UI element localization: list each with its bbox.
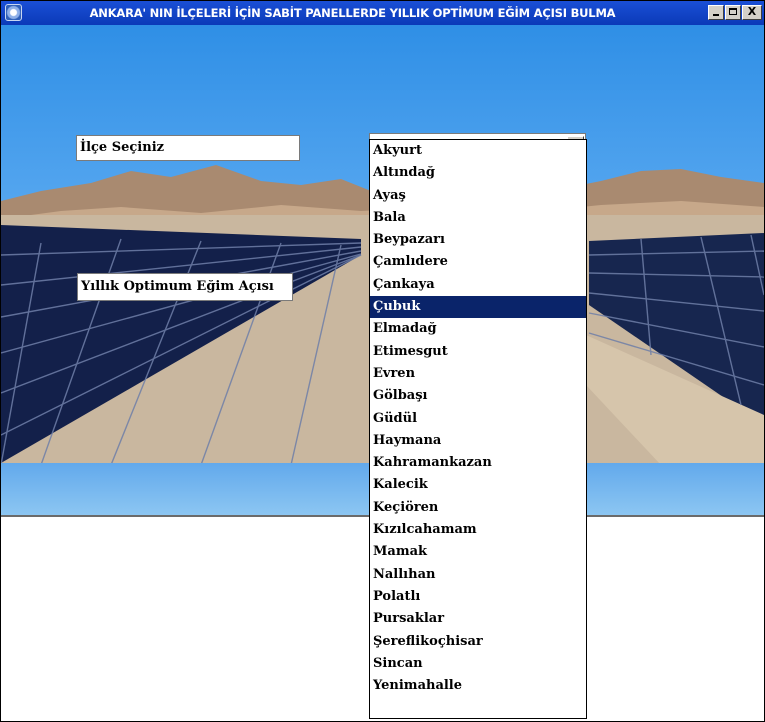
dropdown-item[interactable]: Polatlı <box>370 586 586 608</box>
dropdown-item[interactable]: Çankaya <box>370 274 586 296</box>
dropdown-item[interactable]: Elmadağ <box>370 318 586 340</box>
minimize-icon <box>713 14 719 16</box>
dropdown-item[interactable]: Ayaş <box>370 185 586 207</box>
dropdown-item[interactable]: Bala <box>370 207 586 229</box>
window-title: ANKARA' NIN İLÇELERİ İÇİN SABİT PANELLER… <box>89 6 616 20</box>
dropdown-item[interactable]: Gölbaşı <box>370 385 586 407</box>
dropdown-item[interactable]: Çamlıdere <box>370 251 586 273</box>
maximize-icon <box>729 8 737 15</box>
dropdown-item[interactable]: Akyurt <box>370 140 586 162</box>
dropdown-item[interactable]: Altındağ <box>370 162 586 184</box>
dropdown-item[interactable]: Kalecik <box>370 474 586 496</box>
app-window: ANKARA' NIN İLÇELERİ İÇİN SABİT PANELLER… <box>0 0 765 722</box>
minimize-button[interactable] <box>708 5 724 20</box>
dropdown-item[interactable]: Sincan <box>370 653 586 675</box>
dropdown-item[interactable]: Güdül <box>370 408 586 430</box>
dropdown-item[interactable]: Evren <box>370 363 586 385</box>
dropdown-item[interactable]: Yenimahalle <box>370 675 586 697</box>
dropdown-item[interactable]: Haymana <box>370 430 586 452</box>
dropdown-item[interactable]: Şereflikoçhisar <box>370 631 586 653</box>
district-dropdown-list[interactable]: Akyurt Altındağ Ayaş Bala Beypazarı Çamlıdere… <box>369 139 587 719</box>
close-button[interactable]: X <box>742 5 762 20</box>
district-label: İlçe Seçiniz <box>76 135 300 161</box>
optimum-angle-label: Yıllık Optimum Eğim Açısı <box>77 273 293 301</box>
dropdown-item[interactable]: Keçiören <box>370 497 586 519</box>
dropdown-item[interactable]: Etimesgut <box>370 341 586 363</box>
dropdown-item[interactable]: Beypazarı <box>370 229 586 251</box>
dropdown-item[interactable]: Kahramankazan <box>370 452 586 474</box>
dropdown-item[interactable]: Pursaklar <box>370 608 586 630</box>
dropdown-item[interactable]: Çubuk <box>370 296 586 319</box>
maximize-button[interactable] <box>725 5 741 20</box>
dropdown-item[interactable]: Kızılcahamam <box>370 519 586 541</box>
dropdown-item[interactable]: Nallıhan <box>370 564 586 586</box>
dropdown-item[interactable]: Mamak <box>370 541 586 563</box>
title-bar[interactable]: ANKARA' NIN İLÇELERİ İÇİN SABİT PANELLER… <box>1 1 764 25</box>
